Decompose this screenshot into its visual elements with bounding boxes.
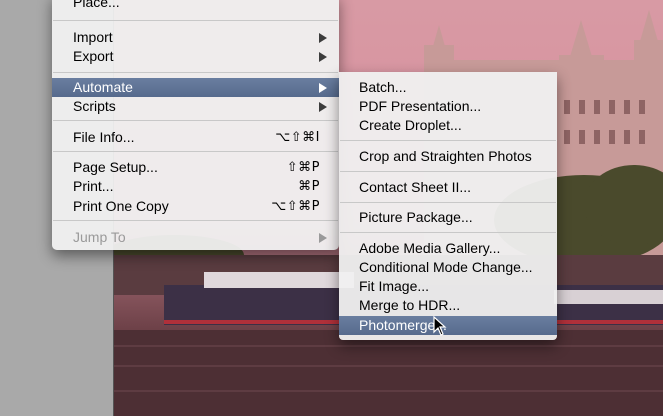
submenu-item-photomerge[interactable]: Photomerge... <box>339 316 557 335</box>
menu-item-label: Conditional Mode Change... <box>359 259 533 275</box>
menu-item-label: Crop and Straighten Photos <box>359 148 532 164</box>
menu-separator <box>340 140 556 141</box>
menu-separator <box>340 171 556 172</box>
menu-separator <box>340 232 556 233</box>
menu-item-scripts[interactable]: Scripts <box>52 97 339 116</box>
file-menu: Place... Import Export Automate Scripts … <box>52 0 339 250</box>
submenu-item-batch[interactable]: Batch... <box>339 78 557 97</box>
menu-item-label: Batch... <box>359 79 407 95</box>
menu-item-label: Automate <box>73 79 133 95</box>
menu-item-import[interactable]: Import <box>52 28 339 47</box>
submenu-item-pdf-presentation[interactable]: PDF Presentation... <box>339 97 557 116</box>
submenu-item-adobe-media-gallery[interactable]: Adobe Media Gallery... <box>339 239 557 258</box>
mouse-pointer-icon <box>433 316 447 336</box>
menu-item-label: Contact Sheet II... <box>359 179 472 195</box>
submenu-item-crop-straighten[interactable]: Crop and Straighten Photos <box>339 147 557 166</box>
submenu-arrow-icon <box>319 83 327 93</box>
menu-item-label: Picture Package... <box>359 209 473 225</box>
submenu-arrow-icon <box>319 102 327 112</box>
submenu-item-contact-sheet[interactable]: Contact Sheet II... <box>339 178 557 197</box>
menu-item-page-setup[interactable]: Page Setup... ⇧⌘P <box>52 158 339 177</box>
menu-item-label: Merge to HDR... <box>359 297 461 313</box>
menu-item-place[interactable]: Place... <box>52 0 339 12</box>
menu-item-label: Scripts <box>73 98 116 114</box>
submenu-item-merge-to-hdr[interactable]: Merge to HDR... <box>339 296 557 315</box>
menu-item-shortcut: ⌘P <box>298 179 320 194</box>
submenu-arrow-icon <box>319 233 327 243</box>
menu-item-label: Print One Copy <box>73 198 169 214</box>
menu-item-label: Place... <box>73 0 120 10</box>
menu-separator <box>53 72 338 73</box>
menu-item-label: Fit Image... <box>359 278 430 294</box>
menu-item-label: Export <box>73 48 114 64</box>
menu-separator <box>53 220 338 221</box>
menu-item-label: Page Setup... <box>73 159 158 175</box>
menu-item-label: Print... <box>73 178 114 194</box>
submenu-arrow-icon <box>319 52 327 62</box>
menu-item-automate[interactable]: Automate <box>52 78 339 97</box>
submenu-item-fit-image[interactable]: Fit Image... <box>339 277 557 296</box>
menu-separator <box>340 202 556 203</box>
menu-item-label: Create Droplet... <box>359 117 462 133</box>
menu-item-export[interactable]: Export <box>52 47 339 66</box>
menu-item-label: File Info... <box>73 129 135 145</box>
menu-separator <box>53 20 338 21</box>
submenu-arrow-icon <box>319 33 327 43</box>
menu-item-label: Adobe Media Gallery... <box>359 240 501 256</box>
menu-separator <box>53 151 338 152</box>
menu-item-print-one-copy[interactable]: Print One Copy ⌥⇧⌘P <box>52 197 339 216</box>
menu-item-label: Import <box>73 29 113 45</box>
submenu-item-conditional-mode-change[interactable]: Conditional Mode Change... <box>339 258 557 277</box>
menu-item-label: Jump To <box>73 229 126 245</box>
menu-separator <box>53 120 338 121</box>
menu-item-file-info[interactable]: File Info... ⌥⇧⌘I <box>52 128 339 147</box>
submenu-item-create-droplet[interactable]: Create Droplet... <box>339 116 557 135</box>
menu-item-shortcut: ⌥⇧⌘P <box>271 199 320 214</box>
automate-submenu: Batch... PDF Presentation... Create Drop… <box>339 72 557 340</box>
menu-item-shortcut: ⇧⌘P <box>286 160 320 175</box>
submenu-item-picture-package[interactable]: Picture Package... <box>339 208 557 227</box>
menu-item-label: PDF Presentation... <box>359 98 482 114</box>
menu-item-jump-to: Jump To <box>52 228 339 247</box>
menu-item-shortcut: ⌥⇧⌘I <box>275 130 320 145</box>
menu-item-print[interactable]: Print... ⌘P <box>52 177 339 196</box>
